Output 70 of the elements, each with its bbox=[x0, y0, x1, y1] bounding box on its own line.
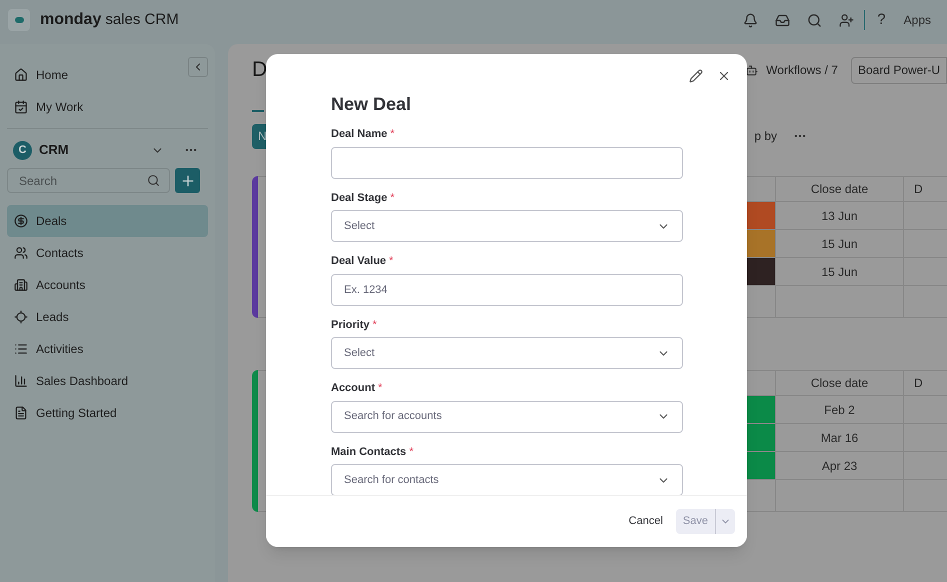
sidebar-item[interactable]: Accounts bbox=[7, 269, 208, 301]
dialog-title: New Deal bbox=[331, 93, 412, 116]
add-person-icon[interactable] bbox=[839, 12, 854, 28]
board-title: D bbox=[252, 57, 268, 84]
field-label: Main Contacts bbox=[331, 444, 406, 460]
required-mark: * bbox=[389, 254, 394, 269]
add-button[interactable] bbox=[175, 168, 200, 193]
sidebar-item[interactable]: Sales Dashboard bbox=[7, 365, 208, 397]
document-icon bbox=[14, 406, 28, 420]
close-icon[interactable] bbox=[717, 69, 731, 83]
robot-icon bbox=[745, 64, 758, 76]
field-label: Deal Value bbox=[331, 254, 386, 269]
apps-button[interactable]: Apps bbox=[904, 11, 931, 29]
table-cell: 13 Jun bbox=[776, 202, 903, 230]
people-icon bbox=[14, 246, 28, 260]
target-icon bbox=[14, 310, 28, 324]
search-icon[interactable] bbox=[147, 174, 160, 187]
plus-icon bbox=[180, 172, 196, 188]
required-mark: * bbox=[378, 381, 382, 396]
workflows-button[interactable]: Workflows / 7 bbox=[766, 61, 838, 79]
brand-name: monday bbox=[40, 10, 102, 30]
workspace-avatar: C bbox=[13, 140, 32, 160]
column-header: D bbox=[904, 176, 947, 202]
column-header: Close date bbox=[776, 176, 903, 202]
logo-icon bbox=[8, 9, 30, 31]
dollar-coin-icon bbox=[14, 214, 28, 228]
sidebar-item[interactable]: Getting Started bbox=[7, 397, 208, 429]
field-label: Deal Stage bbox=[331, 190, 388, 206]
collapse-button[interactable] bbox=[188, 57, 208, 77]
select-field[interactable]: Select bbox=[331, 337, 683, 369]
calendar-check-icon bbox=[14, 100, 28, 114]
bar-chart-icon bbox=[14, 374, 28, 388]
column-header: D bbox=[904, 370, 947, 396]
sidebar-item[interactable]: Deals bbox=[7, 205, 208, 237]
sidebar-item[interactable]: Leads bbox=[7, 301, 208, 333]
sidebar-item[interactable]: Activities bbox=[7, 333, 208, 365]
notifications-icon[interactable] bbox=[743, 12, 758, 28]
nav-item[interactable]: My Work bbox=[7, 91, 208, 123]
table-cell: Apr 23 bbox=[776, 452, 903, 480]
field-label: Account bbox=[331, 381, 375, 396]
product-name: sales CRM bbox=[105, 10, 179, 30]
input-field[interactable] bbox=[331, 146, 683, 178]
table-cell: 15 Jun bbox=[776, 258, 903, 286]
column-header: Close date bbox=[776, 370, 903, 396]
select-field[interactable]: Select bbox=[331, 210, 683, 242]
table-cell: Feb 2 bbox=[776, 396, 903, 424]
building-icon bbox=[14, 278, 28, 292]
required-mark: * bbox=[372, 318, 377, 332]
sidebar-item[interactable]: Contacts bbox=[7, 237, 208, 269]
field-label: Deal Name bbox=[331, 127, 388, 142]
table-cell: Mar 16 bbox=[776, 424, 903, 452]
workspace-name: CRM bbox=[39, 141, 69, 160]
field-label: Priority bbox=[331, 318, 370, 332]
home-icon bbox=[14, 68, 28, 82]
cancel-button[interactable]: Cancel bbox=[628, 513, 663, 530]
inbox-icon[interactable] bbox=[775, 12, 790, 28]
required-mark: * bbox=[390, 127, 395, 142]
table-cell: 15 Jun bbox=[776, 230, 903, 258]
search-icon[interactable] bbox=[807, 12, 822, 28]
select-field[interactable]: Search for accounts bbox=[331, 400, 683, 432]
help-button[interactable]: ? bbox=[877, 8, 886, 32]
required-mark: * bbox=[409, 444, 414, 460]
power-ups-button[interactable]: Board Power-U bbox=[850, 56, 947, 84]
pencil-icon[interactable] bbox=[689, 69, 703, 83]
nav-item[interactable]: Home bbox=[7, 59, 208, 91]
group-by-label[interactable]: p by bbox=[754, 127, 777, 145]
input-field[interactable]: Ex. 1234 bbox=[331, 274, 683, 306]
list-icon bbox=[14, 342, 28, 356]
required-mark: * bbox=[390, 190, 395, 206]
search-field[interactable]: Search bbox=[7, 168, 170, 193]
